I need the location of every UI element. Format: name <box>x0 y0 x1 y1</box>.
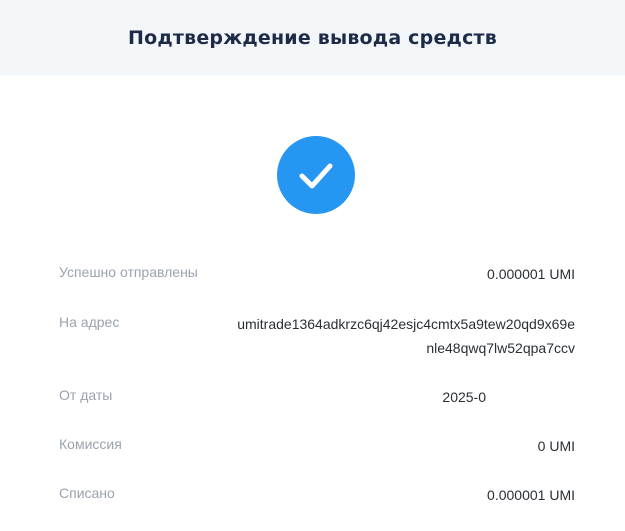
sent-label: Успешно отправлены <box>59 264 198 280</box>
success-circle <box>277 136 355 214</box>
address-label: На адрес <box>59 314 120 330</box>
modal-title: Подтверждение вывода средств <box>128 26 497 49</box>
debited-label: Списано <box>59 485 115 501</box>
withdrawal-confirmation-modal: Подтверждение вывода средств Успешно отп… <box>0 0 625 531</box>
date-label: От даты <box>59 387 113 403</box>
fee-value: 0 UMI <box>537 438 575 454</box>
address-value: umitrade1364adkrzc6qj42esjc4cmtx5a9tew20… <box>237 316 575 356</box>
date-value: 2025-0 <box>442 389 486 405</box>
sent-value: 0.000001 UMI <box>487 266 575 282</box>
debited-value: 0.000001 UMI <box>487 487 575 503</box>
success-status <box>277 136 355 214</box>
checkmark-icon <box>299 163 333 189</box>
modal-header: Подтверждение вывода средств <box>0 0 625 75</box>
fee-label: Комиссия <box>59 436 122 452</box>
